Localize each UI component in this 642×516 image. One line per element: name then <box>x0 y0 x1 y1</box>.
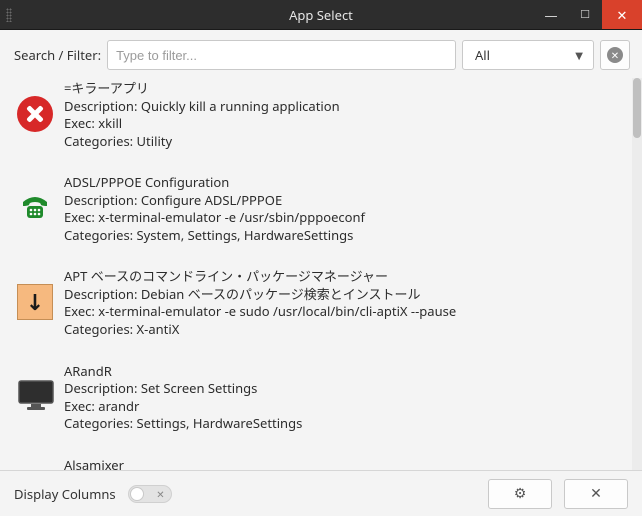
app-description: Description: Set Screen Settings <box>64 380 624 398</box>
app-categories: Categories: Utility <box>64 133 624 151</box>
chevron-down-icon: ▼ <box>575 48 583 62</box>
app-list: =キラーアプリ Description: Quickly kill a runn… <box>0 78 642 470</box>
window-maximize-button[interactable] <box>568 0 602 29</box>
filter-input[interactable] <box>107 40 456 70</box>
category-dropdown[interactable]: All ▼ <box>462 40 594 70</box>
app-name: Alsamixer <box>64 457 624 470</box>
window-minimize-button[interactable] <box>534 0 568 29</box>
list-item[interactable]: ↓ APT ベースのコマンドライン・パッケージマネージャー Descriptio… <box>0 266 632 360</box>
clear-icon: ✕ <box>607 47 623 63</box>
app-exec: Exec: x-terminal-emulator -e sudo /usr/l… <box>64 303 624 321</box>
list-item[interactable]: =キラーアプリ Description: Quickly kill a runn… <box>0 78 632 172</box>
toggle-off-icon: ✕ <box>156 487 164 501</box>
list-item[interactable]: Alsamixer Description: ALSA オーディオ <box>0 455 632 470</box>
clear-filter-button[interactable]: ✕ <box>600 40 630 70</box>
app-exec: Exec: xkill <box>64 115 624 133</box>
app-categories: Categories: System, Settings, HardwareSe… <box>64 227 624 245</box>
filter-label: Search / Filter: <box>14 46 101 64</box>
app-exec: Exec: arandr <box>64 398 624 416</box>
close-icon: ✕ <box>590 484 602 503</box>
monitor-icon <box>17 379 53 415</box>
scrollbar[interactable] <box>632 78 642 470</box>
display-columns-toggle[interactable]: ✕ <box>128 485 172 503</box>
error-circle-icon <box>17 96 53 132</box>
close-button[interactable]: ✕ <box>564 479 628 509</box>
footer-bar: Display Columns ✕ ⚙ ✕ <box>0 470 642 516</box>
download-box-icon: ↓ <box>17 284 53 320</box>
app-description: Description: Quickly kill a running appl… <box>64 98 624 116</box>
display-columns-label: Display Columns <box>14 485 116 503</box>
gear-icon: ⚙ <box>514 484 527 503</box>
list-item[interactable]: ARandR Description: Set Screen Settings … <box>0 361 632 455</box>
window-close-button[interactable] <box>602 0 642 29</box>
app-name: ARandR <box>64 363 624 381</box>
toggle-knob <box>130 487 144 501</box>
filter-bar: Search / Filter: All ▼ ✕ <box>0 30 642 78</box>
app-exec: Exec: x-terminal-emulator -e /usr/sbin/p… <box>64 209 624 227</box>
app-name: =キラーアプリ <box>64 80 624 98</box>
app-name: APT ベースのコマンドライン・パッケージマネージャー <box>64 268 624 286</box>
scrollbar-thumb[interactable] <box>633 78 641 138</box>
app-categories: Categories: X-antiX <box>64 321 624 339</box>
app-description: Description: Debian ベースのパッケージ検索とインストール <box>64 286 624 304</box>
app-categories: Categories: Settings, HardwareSettings <box>64 415 624 433</box>
app-name: ADSL/PPPOE Configuration <box>64 174 624 192</box>
settings-button[interactable]: ⚙ <box>488 479 552 509</box>
titlebar: App Select <box>0 0 642 30</box>
dropdown-value: All <box>475 46 490 64</box>
telephone-icon <box>17 190 53 226</box>
list-item[interactable]: ADSL/PPPOE Configuration Description: Co… <box>0 172 632 266</box>
app-description: Description: Configure ADSL/PPPOE <box>64 192 624 210</box>
